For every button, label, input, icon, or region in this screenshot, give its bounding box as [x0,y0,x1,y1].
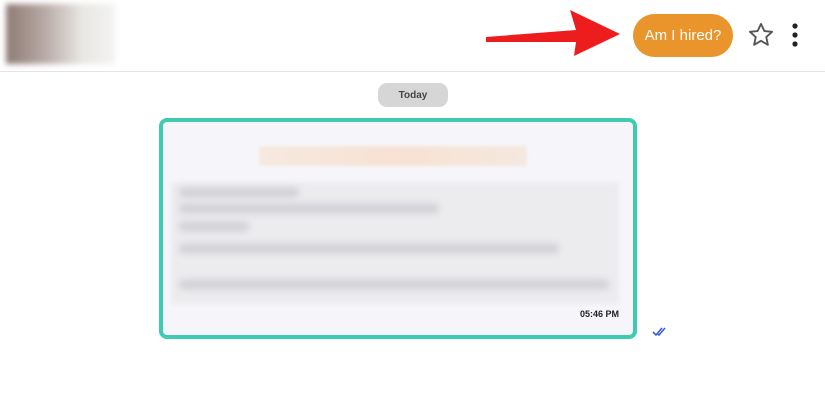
redacted-message-title [259,146,527,166]
message-bubble[interactable]: 05:46 PM [159,118,637,339]
star-icon[interactable] [747,21,775,49]
contact-avatar[interactable] [6,4,115,64]
chat-header: Am I hired? [0,0,825,72]
am-i-hired-button[interactable]: Am I hired? [633,14,733,57]
more-vertical-icon[interactable] [785,20,805,50]
date-separator: Today [378,83,448,107]
message-timestamp: 05:46 PM [579,309,619,319]
double-check-icon [652,327,666,337]
arrow-right-icon [486,10,620,56]
redacted-message-body [171,182,619,304]
